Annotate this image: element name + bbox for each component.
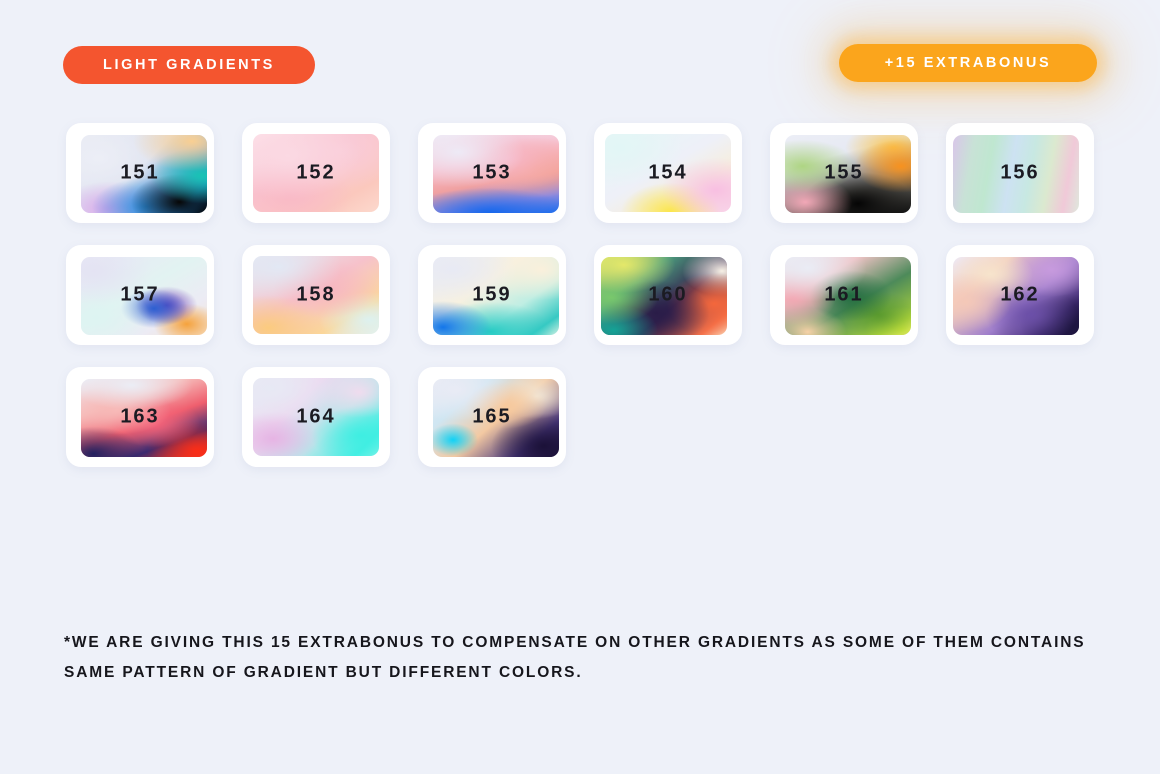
gradient-card[interactable]: 157 [66,245,214,345]
gradient-number-label: 156 [1000,161,1040,184]
gradient-card[interactable]: 160 [594,245,742,345]
gradient-number-label: 152 [296,161,336,184]
gradient-number-label: 160 [648,283,688,306]
gradient-number-label: 159 [472,283,512,306]
gradient-card[interactable]: 151 [66,123,214,223]
gradient-number-label: 161 [824,283,864,306]
gradient-card[interactable]: 156 [946,123,1094,223]
gradient-card[interactable]: 152 [242,123,390,223]
gradient-card[interactable]: 158 [242,245,390,345]
gradient-card[interactable]: 161 [770,245,918,345]
gradient-number-label: 154 [648,161,688,184]
gradient-row: 163 164 165 [66,367,1096,467]
gradient-number-label: 164 [296,405,336,428]
gradient-number-label: 165 [472,405,512,428]
gradient-row: 151 152 153 154 155 156 [66,123,1096,223]
gradient-card[interactable]: 155 [770,123,918,223]
gradient-card[interactable]: 164 [242,367,390,467]
gradient-number-label: 163 [120,405,160,428]
gradient-card[interactable]: 153 [418,123,566,223]
footnote-text: *WE ARE GIVING THIS 15 EXTRABONUS TO COM… [64,634,1086,681]
extrabonus-badge[interactable]: +15 EXTRABONUS [839,44,1097,82]
gradient-grid: 151 152 153 154 155 156 157 158 159 160 161 162 163 1… [66,123,1096,489]
gradient-number-label: 158 [296,283,336,306]
gradient-number-label: 162 [1000,283,1040,306]
gradient-row: 157 158 159 160 161 162 [66,245,1096,345]
light-gradients-badge[interactable]: LIGHT GRADIENTS [63,46,315,84]
gradient-number-label: 157 [120,283,160,306]
gradient-number-label: 151 [120,161,160,184]
gradient-card[interactable]: 154 [594,123,742,223]
gradient-card[interactable]: 162 [946,245,1094,345]
gradient-number-label: 153 [472,161,512,184]
gradient-card[interactable]: 159 [418,245,566,345]
gradient-card[interactable]: 163 [66,367,214,467]
gradient-number-label: 155 [824,161,864,184]
gradient-card[interactable]: 165 [418,367,566,467]
header-badges: LIGHT GRADIENTS +15 EXTRABONUS [0,44,1160,88]
